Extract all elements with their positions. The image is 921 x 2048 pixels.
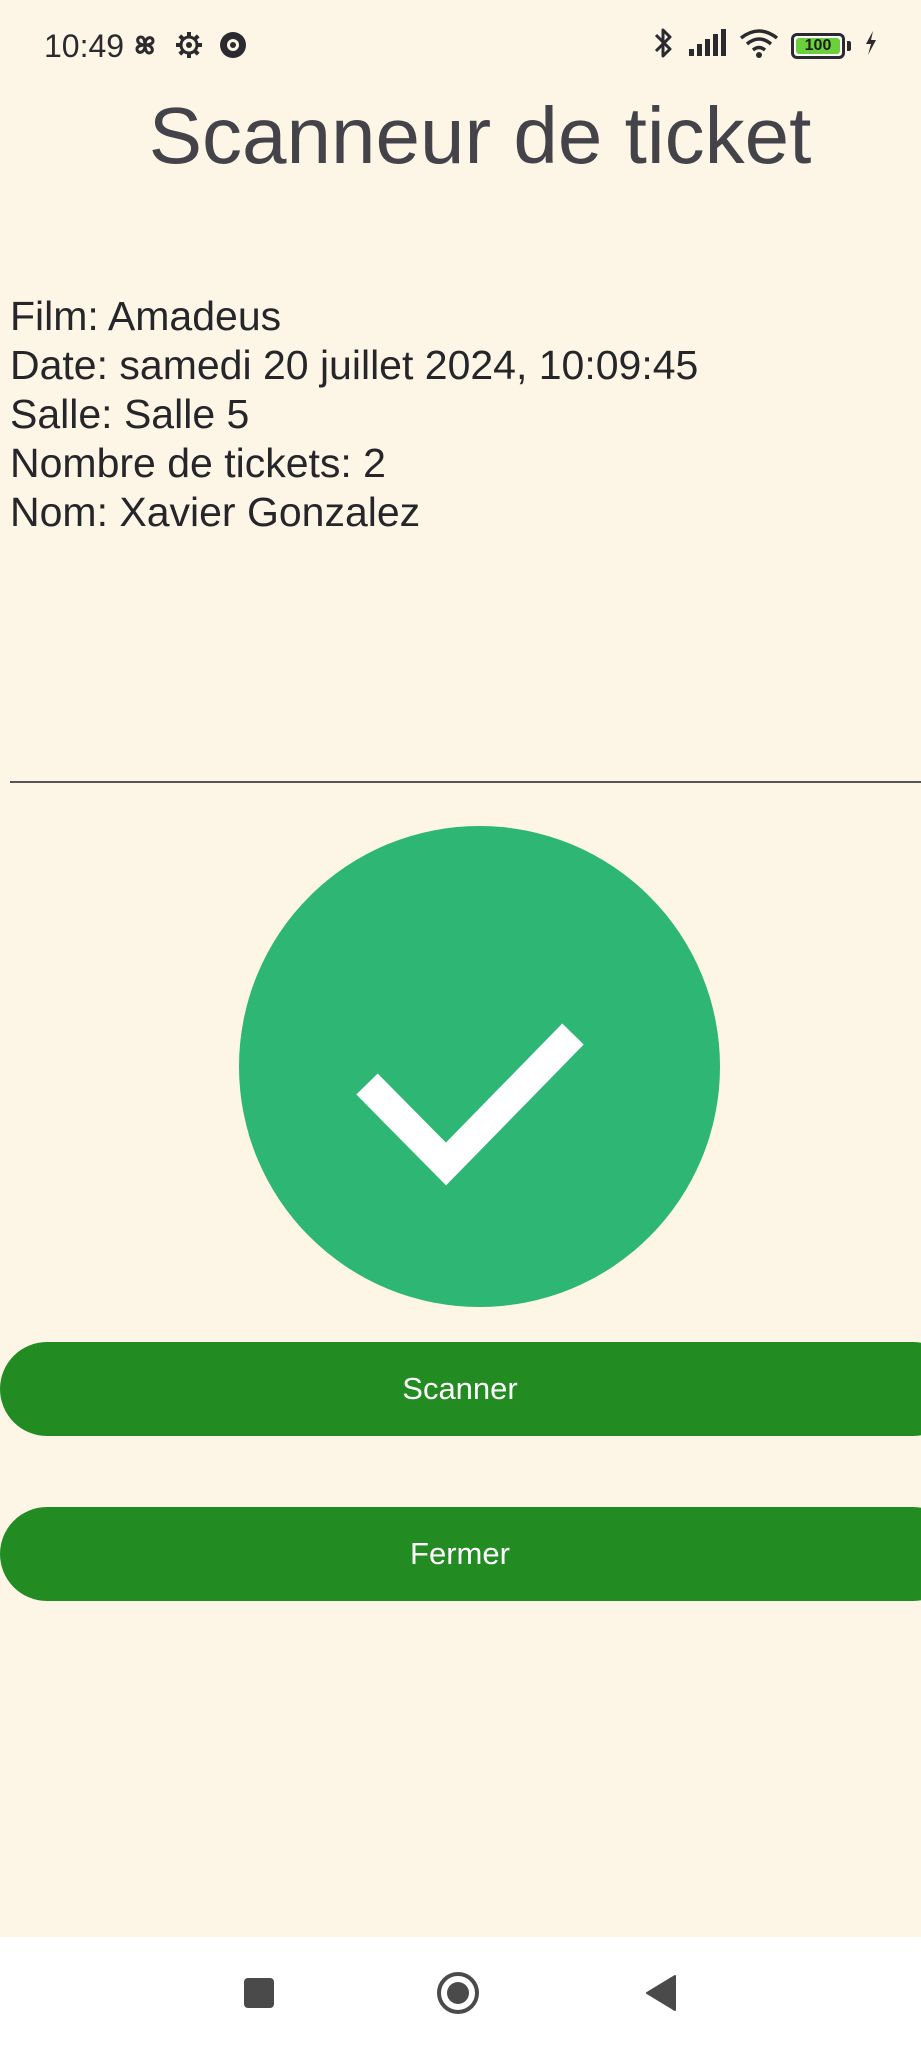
film-text: Film: Amadeus: [10, 293, 282, 339]
date-text: Date: samedi 20 juillet 2024, 10:09:45: [10, 342, 699, 388]
recents-square-icon: [244, 1978, 274, 2008]
status-time: 10:49: [44, 28, 125, 64]
ticket-details: Film: Amadeus Date: samedi 20 juillet 20…: [10, 292, 698, 537]
back-button[interactable]: [641, 1973, 681, 2013]
charging-icon: [863, 29, 879, 62]
wifi-icon: [739, 28, 779, 63]
ticket-count-text: Nombre de tickets: 2: [10, 440, 386, 486]
home-button[interactable]: [434, 1969, 482, 2017]
status-bar: 10:49 100: [0, 0, 921, 92]
name-text: Nom: Xavier Gonzalez: [10, 489, 421, 535]
pinwheel-icon: [130, 30, 160, 65]
scan-button[interactable]: Scanner: [0, 1342, 921, 1436]
check-circle-icon: [239, 826, 720, 1307]
back-triangle-icon: [646, 1975, 676, 2011]
page-title: Scanneur de ticket: [148, 91, 812, 180]
bluetooth-icon: [653, 26, 675, 65]
battery-icon: 100: [791, 32, 845, 59]
navigation-bar: [0, 1937, 921, 2048]
gear-icon: [174, 30, 204, 65]
close-button[interactable]: Fermer: [0, 1507, 921, 1601]
status-left-icons: [130, 30, 248, 65]
recents-button[interactable]: [239, 1973, 279, 2013]
close-button-label: Fermer: [410, 1536, 510, 1571]
battery-level: 100: [804, 36, 832, 54]
home-circle-icon: [437, 1972, 479, 2014]
divider: [10, 781, 921, 783]
cellular-signal-icon: [687, 29, 727, 62]
record-icon: [218, 30, 248, 65]
scan-button-label: Scanner: [402, 1371, 518, 1406]
battery-cap: [847, 40, 851, 51]
checkmark-icon: [356, 1023, 584, 1186]
room-text: Salle: Salle 5: [10, 391, 250, 437]
status-right-icons: 100: [653, 26, 879, 65]
